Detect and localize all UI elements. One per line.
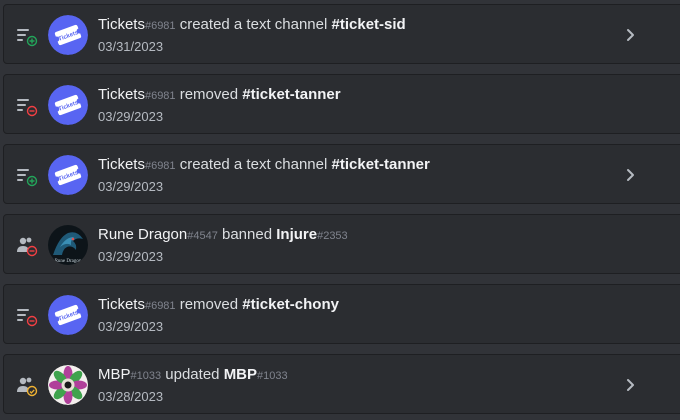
chevron-right-icon[interactable] xyxy=(621,166,639,184)
target-name: Injure xyxy=(276,226,318,243)
user-discriminator: #6981 xyxy=(144,300,176,312)
target-discriminator: #2353 xyxy=(317,230,348,242)
tickets-bot-avatar[interactable]: Tickets xyxy=(48,15,88,55)
entry-summary: Tickets#6981 removed #ticket-chony xyxy=(98,296,648,315)
member-ban-icon xyxy=(15,235,39,257)
action-text: created a text channel xyxy=(179,16,328,33)
entry-text: Tickets#6981 removed #ticket-tanner 03/2… xyxy=(98,86,648,125)
target-name: #ticket-chony xyxy=(242,296,339,313)
action-text: removed xyxy=(179,86,239,103)
user-name[interactable]: MBP xyxy=(98,366,131,383)
chevron-right-icon[interactable] xyxy=(621,26,639,44)
entry-date: 03/29/2023 xyxy=(98,109,164,124)
target-name: #ticket-tanner xyxy=(242,86,341,103)
target-name: #ticket-tanner xyxy=(331,156,430,173)
target-discriminator: #1033 xyxy=(257,370,288,382)
target-name: #ticket-sid xyxy=(331,16,406,33)
user-name[interactable]: Tickets xyxy=(98,86,145,103)
action-text: updated xyxy=(165,366,220,383)
chevron-right-icon[interactable] xyxy=(621,376,639,394)
entry-summary: Tickets#6981 created a text channel #tic… xyxy=(98,156,648,175)
entry-date: 03/29/2023 xyxy=(98,249,164,264)
mbp-avatar[interactable] xyxy=(48,365,88,405)
user-name[interactable]: Tickets xyxy=(98,156,145,173)
entry-summary: MBP#1033 updated MBP#1033 xyxy=(98,366,648,385)
user-discriminator: #6981 xyxy=(144,160,176,172)
channel-delete-icon xyxy=(15,95,39,117)
entry-summary: Tickets#6981 removed #ticket-tanner xyxy=(98,86,648,105)
user-name[interactable]: Tickets xyxy=(98,296,145,313)
audit-log-entry: Rune Dragon Rune Dragon#4547 banned Inju… xyxy=(3,214,680,274)
entry-summary: Tickets#6981 created a text channel #tic… xyxy=(98,16,648,35)
user-discriminator: #1033 xyxy=(130,370,162,382)
entry-text: MBP#1033 updated MBP#1033 03/28/2023 xyxy=(98,366,648,405)
entry-text: Tickets#6981 created a text channel #tic… xyxy=(98,16,648,55)
audit-log-entry: Tickets Tickets#6981 removed #ticket-cho… xyxy=(3,284,680,344)
svg-text:Rune Dragon: Rune Dragon xyxy=(55,259,82,264)
entry-text: Tickets#6981 created a text channel #tic… xyxy=(98,156,648,195)
audit-log-entry[interactable]: Tickets Tickets#6981 created a text chan… xyxy=(3,4,680,64)
member-update-icon xyxy=(15,375,39,397)
entry-text: Rune Dragon#4547 banned Injure#2353 03/2… xyxy=(98,226,648,265)
target-name: MBP xyxy=(223,366,258,383)
tickets-bot-avatar[interactable]: Tickets xyxy=(48,155,88,195)
user-discriminator: #6981 xyxy=(144,90,176,102)
audit-log-entry[interactable]: MBP#1033 updated MBP#1033 03/28/2023 xyxy=(3,354,680,414)
action-text: banned xyxy=(222,226,273,243)
channel-delete-icon xyxy=(15,305,39,327)
user-name[interactable]: Tickets xyxy=(98,16,145,33)
channel-create-icon xyxy=(15,165,39,187)
user-discriminator: #6981 xyxy=(144,20,176,32)
entry-date: 03/28/2023 xyxy=(98,389,164,404)
audit-log-entry[interactable]: Tickets Tickets#6981 created a text chan… xyxy=(3,144,680,204)
tickets-bot-avatar[interactable]: Tickets xyxy=(48,85,88,125)
entry-date: 03/31/2023 xyxy=(98,39,164,54)
user-discriminator: #4547 xyxy=(187,230,218,242)
action-text: removed xyxy=(179,296,239,313)
audit-log-entry: Tickets Tickets#6981 removed #ticket-tan… xyxy=(3,74,680,134)
tickets-bot-avatar[interactable]: Tickets xyxy=(48,295,88,335)
entry-date: 03/29/2023 xyxy=(98,179,164,194)
entry-date: 03/29/2023 xyxy=(98,319,164,334)
channel-create-icon xyxy=(15,25,39,47)
entry-summary: Rune Dragon#4547 banned Injure#2353 xyxy=(98,226,648,245)
action-text: created a text channel xyxy=(179,156,328,173)
rune-dragon-avatar[interactable]: Rune Dragon xyxy=(48,225,88,265)
user-name[interactable]: Rune Dragon xyxy=(98,226,187,243)
entry-text: Tickets#6981 removed #ticket-chony 03/29… xyxy=(98,296,648,335)
audit-log-list: Tickets Tickets#6981 created a text chan… xyxy=(0,0,680,420)
